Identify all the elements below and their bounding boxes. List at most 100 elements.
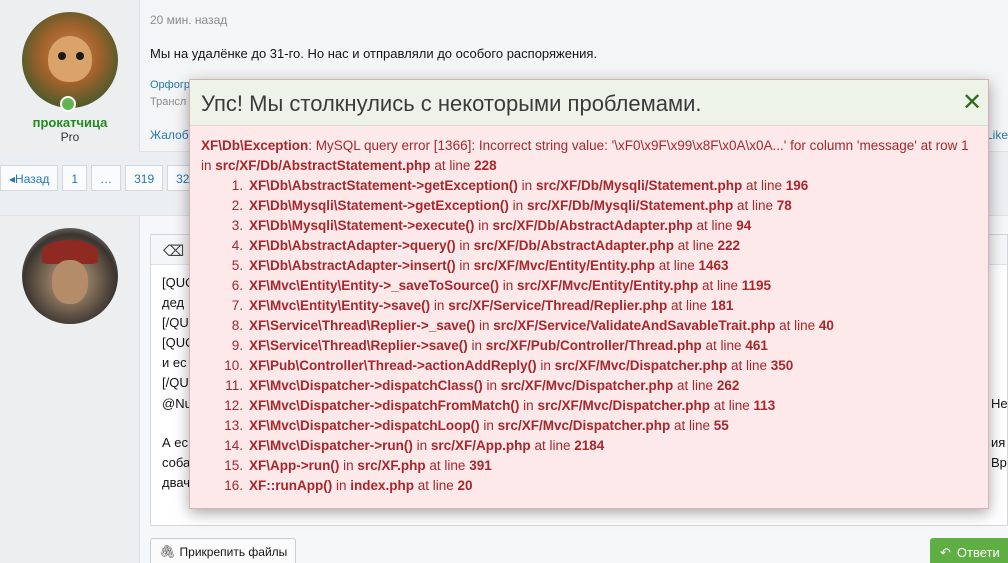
in-text: in [412, 438, 431, 453]
at-line-text: at line [698, 278, 742, 293]
editor-line-end: Не [991, 396, 1008, 411]
in-text: in [475, 318, 494, 333]
like-link[interactable]: Like [986, 128, 1008, 142]
trace-call: XF\Mvc\Dispatcher->run() [249, 438, 413, 453]
at-line-text: at line [414, 478, 458, 493]
at-line-text: at line [673, 378, 717, 393]
trace-line: 196 [785, 178, 809, 193]
trace-line: 461 [745, 338, 768, 353]
at-line-text: at line [654, 258, 699, 273]
trace-file: src/XF/Mvc/Dispatcher.php [537, 398, 710, 413]
editor-line: А ес [162, 435, 189, 450]
trace-number: 2. [231, 198, 243, 213]
trace-file: src/XF/Mvc/Dispatcher.php [500, 378, 674, 393]
at-line-text: at line [742, 178, 786, 193]
exception-line: 228 [474, 158, 497, 173]
stack-trace-item: 9. XF\Service\Thread\Replier->save() in s… [201, 336, 981, 356]
in-text: in [474, 218, 493, 233]
editor-line: [/QU [162, 375, 189, 390]
pagination-ellipsis[interactable]: … [91, 165, 122, 191]
error-overlay-title: Упс! Мы столкнулись с некоторыми проблем… [201, 91, 702, 116]
attach-files-label: Прикрепить файлы [179, 545, 288, 559]
trace-call: XF\Service\Thread\Replier->save() [249, 338, 468, 353]
trace-file: src/XF/Mvc/Dispatcher.php [554, 358, 728, 373]
trace-number: 13. [224, 418, 243, 433]
attach-files-button[interactable]: 🖇 Прикрепить файлы [150, 538, 297, 563]
at-line-text: at line [673, 238, 718, 253]
trace-call: XF\Db\Mysqli\Statement->getException() [249, 198, 509, 213]
stack-trace-item: 6. XF\Mvc\Entity\Entity->_saveToSource() … [201, 276, 981, 296]
avatar-eye [76, 52, 84, 60]
stack-trace-item: 14. XF\Mvc\Dispatcher->run() in src/XF/Ap… [201, 436, 981, 456]
username[interactable]: прокатчица [0, 115, 140, 130]
error-overlay: Упс! Мы столкнулись с некоторыми проблем… [189, 79, 989, 509]
close-icon[interactable]: ✕ [959, 88, 985, 118]
trace-call: XF\Mvc\Entity\Entity->_saveToSource() [249, 278, 499, 293]
trace-number: 8. [231, 318, 243, 333]
stack-trace-item: 10. XF\Pub\Controller\Thread->actionAddRe… [201, 356, 981, 376]
trace-call: XF\Mvc\Dispatcher->dispatchClass() [249, 378, 483, 393]
report-link[interactable]: Жалоб [150, 128, 189, 142]
trace-call: XF\Db\AbstractStatement->getException() [249, 178, 518, 193]
in-text: in [455, 238, 474, 253]
online-status-icon [60, 96, 76, 112]
at-line-text: at line [710, 398, 754, 413]
in-text: in [455, 258, 474, 273]
trace-line: 1195 [741, 278, 772, 293]
in-text: in [332, 478, 351, 493]
editor-line-end: ия [991, 435, 1006, 450]
editor-line-end: Вр [991, 455, 1007, 470]
signature-line[interactable]: Орфогр [150, 79, 190, 91]
trace-file: src/XF/Mvc/Dispatcher.php [497, 418, 671, 433]
trace-line: 391 [469, 458, 492, 473]
stack-trace-item: 16. XF::runApp() in index.php at line 20 [201, 476, 981, 496]
trace-number: 12. [224, 398, 243, 413]
trace-number: 15. [224, 458, 243, 473]
in-text: in [482, 378, 501, 393]
editor-line: двач [162, 475, 191, 490]
stack-trace-item: 15. XF\App->run() in src/XF.php at line 3… [201, 456, 981, 476]
pagination-back-button[interactable]: ◂Назад [0, 165, 59, 191]
trace-number: 9. [231, 338, 243, 353]
at-line-text: at line [727, 358, 771, 373]
reply-button[interactable]: ↶ Ответи [930, 538, 1008, 563]
eraser-icon[interactable]: ⌫ [163, 242, 184, 260]
trace-number: 7. [231, 298, 243, 313]
trace-line: 262 [716, 378, 740, 393]
pagination-page[interactable]: 319 [125, 165, 164, 191]
trace-file: src/XF/Mvc/Entity/Entity.php [516, 278, 699, 293]
trace-file: src/XF/Db/Mysqli/Statement.php [535, 178, 743, 193]
trace-file: src/XF/App.php [430, 438, 531, 453]
stack-trace-item: 3. XF\Db\Mysqli\Statement->execute() in s… [201, 216, 981, 236]
trace-number: 16. [224, 478, 243, 493]
avatar[interactable] [22, 228, 118, 324]
trace-file: src/XF/Db/Mysqli/Statement.php [526, 198, 734, 213]
stack-trace: 1. XF\Db\AbstractStatement->getException(… [201, 176, 981, 496]
trace-file: src/XF/Db/AbstractAdapter.php [492, 218, 693, 233]
editor-line: дед [162, 295, 185, 310]
at-line-text: at line [425, 458, 470, 473]
trace-call: XF\Pub\Controller\Thread->actionAddReply… [249, 358, 537, 373]
post-user-column: прокатчица Pro [0, 0, 140, 152]
in-text: in [467, 338, 486, 353]
post-text: Мы на удалёнке до 31-го. Но нас и отправ… [150, 46, 598, 61]
at-line-text: at line [692, 218, 737, 233]
stack-trace-item: 1. XF\Db\AbstractStatement->getException(… [201, 176, 981, 196]
trace-line: 20 [457, 478, 473, 493]
trace-number: 6. [231, 278, 243, 293]
user-title: Pro [60, 130, 80, 144]
trace-line: 40 [818, 318, 834, 333]
in-text: in [339, 458, 358, 473]
editor-line: @Nu [162, 396, 192, 411]
pagination-page[interactable]: 1 [62, 165, 88, 191]
trace-line: 78 [776, 198, 792, 213]
trace-line: 55 [713, 418, 729, 433]
trace-file: src/XF/Pub/Controller/Thread.php [485, 338, 702, 353]
trace-line: 94 [736, 218, 752, 233]
trace-line: 181 [710, 298, 734, 313]
avatar-face [52, 260, 88, 304]
post-time[interactable]: 20 мин. назад [150, 13, 227, 27]
avatar[interactable] [22, 12, 118, 108]
error-details: XF\Db\Exception: MySQL query error [1366… [201, 136, 981, 496]
in-text: in [519, 398, 538, 413]
